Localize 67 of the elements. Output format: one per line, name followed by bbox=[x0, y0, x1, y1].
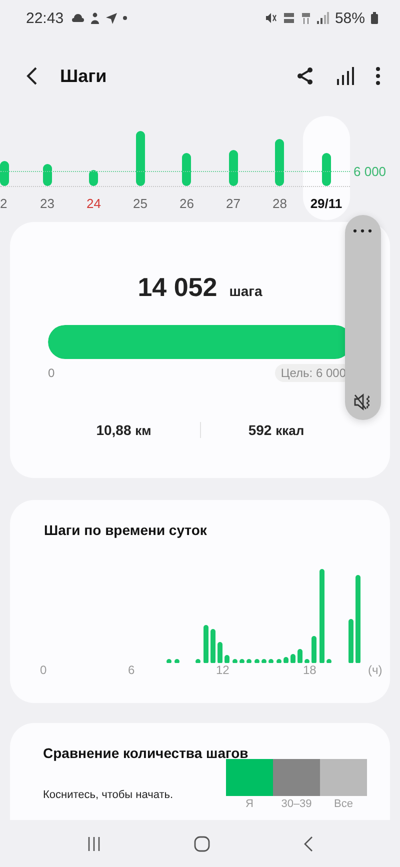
comparison-card[interactable]: Сравнение количества шагов Коснитесь, чтобы начать. Я 30–39 Все bbox=[10, 723, 390, 820]
hour-bar bbox=[276, 659, 282, 663]
hour-bar bbox=[246, 659, 252, 663]
day-label[interactable]: 27 bbox=[226, 196, 240, 211]
mobile-data-icon bbox=[300, 12, 311, 24]
page-title: Шаги bbox=[60, 66, 108, 86]
back-nav-button[interactable] bbox=[303, 836, 314, 852]
more-button[interactable]: ••• bbox=[352, 225, 374, 238]
step-unit: шага bbox=[229, 283, 262, 299]
scale-min: 0 bbox=[48, 366, 55, 380]
goal-line-label: 6 000 bbox=[354, 164, 386, 179]
hour-bar bbox=[348, 619, 354, 663]
hour-bar bbox=[196, 659, 200, 663]
hour-bar bbox=[218, 642, 222, 663]
clock: 22:43 bbox=[26, 10, 64, 26]
step-count: 14 052 bbox=[138, 272, 218, 303]
stat-value: 592 ккал bbox=[247, 422, 306, 438]
battery-icon bbox=[371, 12, 378, 24]
battery-percent: 58% bbox=[334, 10, 365, 26]
hour-bar bbox=[262, 659, 266, 663]
back-button[interactable] bbox=[26, 66, 38, 86]
axis-tick: 12 bbox=[216, 663, 230, 677]
hour-bar bbox=[174, 659, 180, 663]
mute-icon bbox=[264, 12, 277, 24]
axis-tick: 18 bbox=[303, 663, 316, 677]
hour-bar bbox=[290, 654, 296, 663]
hour-bar bbox=[166, 659, 172, 663]
stat-value: 10,88 км bbox=[95, 422, 152, 438]
hour-bar bbox=[210, 629, 216, 663]
signal-icon bbox=[316, 12, 329, 24]
hour-bar bbox=[284, 657, 288, 663]
hour-bar bbox=[298, 649, 302, 663]
day-label[interactable]: 26 bbox=[180, 196, 194, 211]
hour-bar bbox=[254, 659, 260, 663]
home-button[interactable] bbox=[194, 836, 210, 852]
hour-bar bbox=[224, 655, 230, 663]
group-label: 30–39 bbox=[281, 798, 312, 810]
location-arrow-icon bbox=[106, 12, 117, 24]
figure-icon bbox=[90, 12, 100, 24]
dot-icon bbox=[122, 16, 127, 20]
hint-text: Коснитесь, чтобы начать. bbox=[43, 789, 174, 801]
card-title: Сравнение количества шагов bbox=[43, 745, 250, 761]
day-label[interactable]: 2 bbox=[0, 196, 8, 211]
hour-bar bbox=[204, 625, 208, 663]
day-label[interactable]: 25 bbox=[133, 196, 148, 211]
axis-unit: (ч) bbox=[368, 663, 382, 677]
day-label[interactable]: 28 bbox=[272, 196, 287, 211]
hour-bar bbox=[232, 659, 238, 663]
group-label: Все bbox=[334, 798, 353, 810]
hour-bar bbox=[312, 636, 316, 663]
day-label[interactable]: 23 bbox=[40, 196, 54, 211]
recent-apps-button[interactable] bbox=[86, 836, 101, 850]
share-button[interactable] bbox=[296, 67, 314, 85]
hour-bar bbox=[268, 659, 274, 663]
axis-tick: 6 bbox=[128, 663, 135, 677]
day-label[interactable]: 29/11 bbox=[310, 196, 342, 211]
volte-icon bbox=[282, 12, 295, 24]
group-label: Я bbox=[246, 798, 254, 810]
hour-bar bbox=[304, 659, 310, 663]
cloud-icon bbox=[72, 14, 84, 22]
more-options-button[interactable] bbox=[376, 67, 380, 85]
card-title: Шаги по времени суток bbox=[43, 522, 208, 538]
day-label[interactable]: 24 bbox=[86, 196, 101, 211]
hour-bar bbox=[240, 659, 244, 663]
axis-tick: 0 bbox=[40, 663, 47, 677]
chart-view-button[interactable] bbox=[336, 67, 354, 85]
hour-bar bbox=[326, 659, 332, 663]
